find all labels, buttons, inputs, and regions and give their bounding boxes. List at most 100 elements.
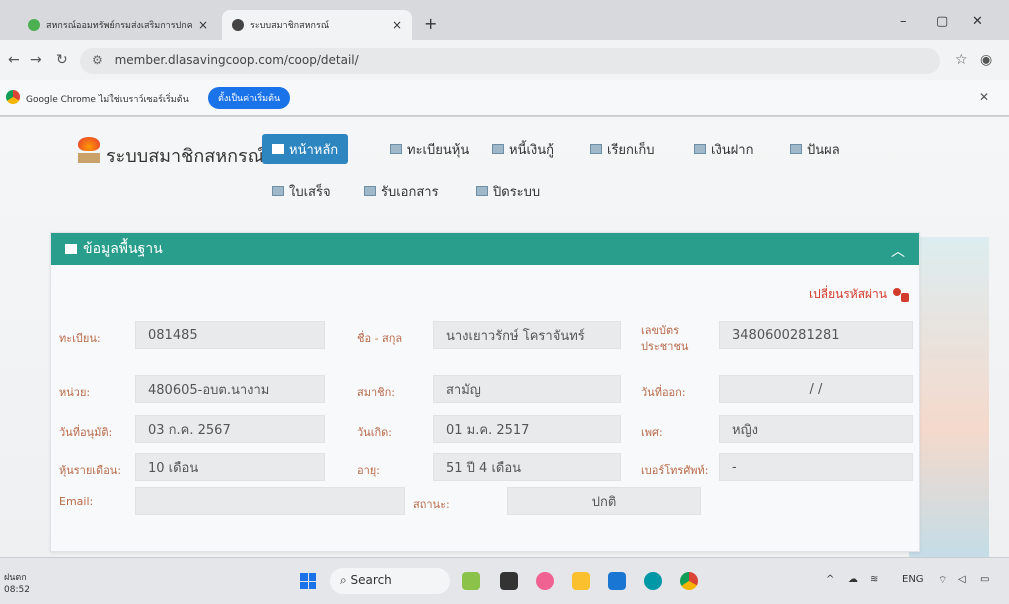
infobar-message: Google Chrome ไม่ใช่เบราว์เซอร์เริ่มต้น: [26, 95, 189, 105]
taskbar-search[interactable]: ⌕ Search: [330, 568, 450, 594]
chevron-up-icon[interactable]: ^: [826, 574, 834, 585]
page-icon: [694, 144, 706, 154]
edge-icon[interactable]: [644, 572, 662, 590]
tab-strip: สหกรณ์ออมทรัพย์กรมส่งเสริมการปกครองท้องถ…: [0, 0, 1009, 40]
menu-home[interactable]: หน้าหลัก: [262, 134, 349, 164]
menu-logout[interactable]: ปิดระบบ: [466, 176, 550, 206]
page-icon: [590, 144, 602, 154]
menu-share-register[interactable]: ทะเบียนหุ้น: [380, 134, 479, 164]
maximize-icon[interactable]: ▢: [936, 14, 948, 29]
chrome-icon[interactable]: [680, 572, 698, 590]
approve-date-label: วันที่อนุมัติ:: [59, 426, 113, 439]
task-view-icon[interactable]: [500, 572, 518, 590]
age-label: อายุ:: [357, 464, 380, 477]
language-indicator[interactable]: ENG: [902, 574, 924, 585]
coop-favicon-icon: [28, 19, 40, 31]
id-card-label: เลขบัตรประชาชน: [641, 324, 689, 353]
member-type-label: สมาชิก:: [357, 386, 395, 399]
date-out-label: วันที่ออก:: [641, 386, 686, 399]
page-icon: [790, 144, 802, 154]
reload-icon[interactable]: ↻: [56, 52, 68, 68]
menu-deposits[interactable]: เงินฝาก: [684, 134, 763, 164]
user-lock-icon: [893, 287, 909, 302]
windows-taskbar: ฝนตก 08:52 ⌕ Search ^ ☁ ≋ ENG ⌔ ◁ ▭: [0, 557, 1009, 604]
status-label: สถานะ:: [413, 498, 450, 511]
member-type-value: สามัญ: [433, 375, 621, 403]
weather-widget[interactable]: ฝนตก 08:52: [4, 572, 30, 596]
close-tab-icon[interactable]: ×: [392, 18, 402, 32]
tab-member-system[interactable]: ระบบสมาชิกสหกรณ์ ×: [222, 10, 412, 40]
approve-date-value: 03 ก.ค. 2567: [135, 415, 325, 443]
volume-icon[interactable]: ◁: [958, 574, 966, 585]
globe-icon: [232, 19, 244, 31]
new-tab-icon[interactable]: +: [424, 14, 437, 33]
close-infobar-icon[interactable]: ✕: [979, 90, 989, 104]
page-icon: [272, 186, 284, 196]
chevron-up-icon[interactable]: ︿: [891, 241, 905, 261]
close-window-icon[interactable]: ✕: [972, 14, 983, 29]
bookmark-star-icon[interactable]: ☆: [955, 52, 968, 68]
birth-date-label: วันเกิด:: [357, 426, 392, 439]
birth-date-value: 01 ม.ค. 2517: [433, 415, 621, 443]
browser-toolbar: ← → ↻ ⚙ member.dlasavingcoop.com/coop/de…: [0, 40, 1009, 80]
reg-no-value: 081485: [135, 321, 325, 349]
menu-billing[interactable]: เรียกเก็บ: [580, 134, 664, 164]
address-bar[interactable]: ⚙ member.dlasavingcoop.com/coop/detail/: [80, 48, 940, 74]
phone-label: เบอร์โทรศัพท์:: [641, 464, 709, 477]
id-card-value: 3480600281281: [719, 321, 913, 349]
back-icon[interactable]: ←: [8, 52, 20, 68]
email-value: [135, 487, 405, 515]
unit-label: หน่วย:: [59, 386, 91, 399]
windows-start-icon[interactable]: [300, 573, 316, 589]
sex-value: หญิง: [719, 415, 913, 443]
copilot-icon[interactable]: [536, 572, 554, 590]
background-decoration: [909, 237, 989, 557]
change-password-link[interactable]: เปลี่ยนรหัสผ่าน: [809, 285, 909, 304]
page-icon: [476, 186, 488, 196]
basic-info-card: ข้อมูลพื้นฐาน ︿ เปลี่ยนรหัสผ่าน ทะเบียน:…: [50, 232, 920, 552]
forward-icon[interactable]: →: [30, 52, 42, 68]
home-icon: [272, 144, 284, 154]
page-icon: [492, 144, 504, 154]
chrome-logo-icon: [6, 90, 20, 104]
age-value: 51 ปี 4 เดือน: [433, 453, 621, 481]
site-title: ระบบสมาชิกสหกรณ์: [106, 146, 265, 167]
name-label: ชื่อ - สกุล: [357, 332, 403, 345]
set-default-button[interactable]: ตั้งเป็นค่าเริ่มต้น: [208, 87, 291, 109]
menu-receipt[interactable]: ใบเสร็จ: [262, 176, 341, 206]
network-icon[interactable]: ⌔: [938, 574, 947, 587]
wifi-icon[interactable]: ≋: [870, 574, 878, 585]
card-header[interactable]: ข้อมูลพื้นฐาน ︿: [51, 233, 919, 265]
coop-logo: [78, 137, 100, 163]
info-icon: [65, 244, 77, 254]
profile-icon[interactable]: ◉: [980, 52, 992, 68]
reg-no-label: ทะเบียน:: [59, 332, 101, 345]
sex-label: เพศ:: [641, 426, 663, 439]
page-icon: [364, 186, 376, 196]
tab-title: ระบบสมาชิกสหกรณ์: [250, 21, 330, 31]
battery-icon[interactable]: ▭: [980, 574, 989, 585]
card-title: ข้อมูลพื้นฐาน: [83, 241, 163, 257]
phone-value: -: [719, 453, 913, 481]
file-explorer-icon[interactable]: [572, 572, 590, 590]
minimize-icon[interactable]: –: [900, 14, 907, 29]
menu-dividend[interactable]: ปันผล: [780, 134, 850, 164]
page-content: ระบบสมาชิกสหกรณ์ หน้าหลัก ทะเบียนหุ้น หน…: [0, 117, 1009, 557]
url-text: member.dlasavingcoop.com/coop/detail/: [114, 53, 359, 67]
page-icon: [390, 144, 402, 154]
widgets-icon[interactable]: [462, 572, 480, 590]
store-icon[interactable]: [608, 572, 626, 590]
status-value: ปกติ: [507, 487, 701, 515]
menu-loans[interactable]: หนี้เงินกู้: [482, 134, 564, 164]
menu-documents[interactable]: รับเอกสาร: [354, 176, 449, 206]
email-label: Email:: [59, 495, 94, 508]
monthly-share-value: 10 เดือน: [135, 453, 325, 481]
name-value: นางเยาวรักษ์ โคราจันทร์: [433, 321, 621, 349]
cloud-icon[interactable]: ☁: [848, 574, 858, 585]
unit-value: 480605-อบต.นางาม: [135, 375, 325, 403]
close-tab-icon[interactable]: ×: [198, 18, 208, 32]
default-browser-infobar: Google Chrome ไม่ใช่เบราว์เซอร์เริ่มต้น …: [0, 80, 1009, 116]
tab-coop[interactable]: สหกรณ์ออมทรัพย์กรมส่งเสริมการปกครองท้องถ…: [18, 10, 218, 40]
site-settings-icon[interactable]: ⚙: [92, 53, 103, 67]
tab-title: สหกรณ์ออมทรัพย์กรมส่งเสริมการปกครองท้องถ…: [46, 21, 192, 31]
